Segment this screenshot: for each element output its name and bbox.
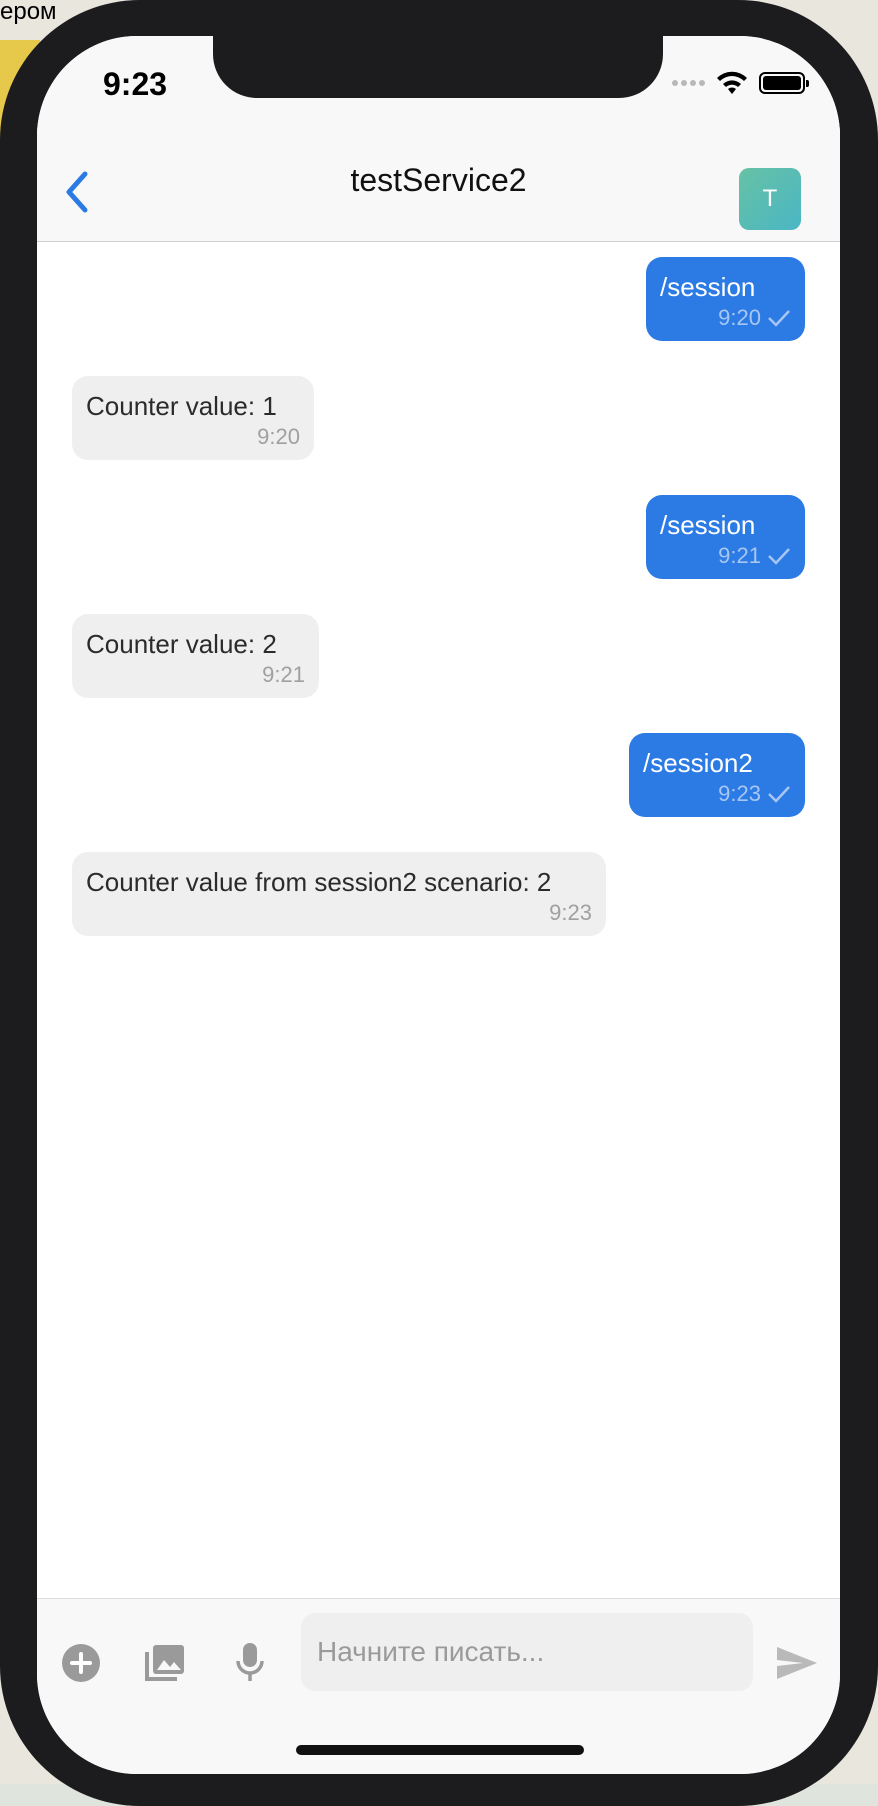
- phone-frame: 9:23 testService2 T /session 9:20 Counte…: [0, 0, 878, 1806]
- message-bubble-incoming[interactable]: Counter value from session2 scenario: 2 …: [72, 852, 606, 936]
- message-time: 9:21: [262, 662, 305, 687]
- message-input[interactable]: [301, 1613, 753, 1691]
- message-text: Counter value: 1: [86, 391, 277, 421]
- message-time: 9:21: [718, 543, 761, 568]
- message-list[interactable]: /session 9:20 Counter value: 1 9:20 /ses…: [37, 243, 840, 1633]
- avatar[interactable]: T: [739, 168, 801, 230]
- message-meta: 9:23: [86, 900, 592, 926]
- message-composer: [37, 1598, 840, 1774]
- message-meta: 9:20: [86, 424, 300, 450]
- status-time: 9:23: [103, 66, 168, 102]
- attach-button[interactable]: [57, 1639, 105, 1687]
- message-time: 9:20: [257, 424, 300, 449]
- gallery-button[interactable]: [141, 1639, 189, 1687]
- checkmark-icon: [768, 310, 790, 327]
- checkmark-icon: [768, 786, 790, 803]
- message-text: /session2: [643, 748, 753, 778]
- message-bubble-outgoing[interactable]: /session2 9:23: [629, 733, 805, 817]
- status-icons: [672, 70, 809, 96]
- message-meta: 9:20: [660, 305, 791, 331]
- chat-header: testService2 T: [37, 126, 840, 242]
- message-meta: 9:21: [86, 662, 305, 688]
- checkmark-icon: [768, 548, 790, 565]
- signal-icon: [672, 80, 705, 86]
- image-gallery-icon: [145, 1645, 184, 1681]
- message-text: Counter value: 2: [86, 629, 277, 659]
- battery-icon: [759, 72, 809, 94]
- message-bubble-outgoing[interactable]: /session 9:21: [646, 495, 805, 579]
- voice-button[interactable]: [226, 1639, 274, 1687]
- plus-circle-icon: [62, 1644, 100, 1682]
- message-meta: 9:23: [643, 781, 791, 807]
- message-text: /session: [660, 510, 756, 540]
- background-corner-text: ером: [0, 0, 57, 25]
- message-bubble-incoming[interactable]: Counter value: 1 9:20: [72, 376, 314, 460]
- message-meta: 9:21: [660, 543, 791, 569]
- chat-title: testService2: [350, 162, 527, 198]
- message-text: /session: [660, 272, 756, 302]
- phone-screen: 9:23 testService2 T /session 9:20 Counte…: [37, 36, 840, 1774]
- send-button[interactable]: [773, 1639, 821, 1687]
- send-icon: [777, 1647, 817, 1679]
- message-bubble-outgoing[interactable]: /session 9:20: [646, 257, 805, 341]
- device-notch: [213, 36, 663, 98]
- wifi-icon: [717, 71, 747, 94]
- message-time: 9:20: [718, 305, 761, 330]
- message-bubble-incoming[interactable]: Counter value: 2 9:21: [72, 614, 319, 698]
- message-text: Counter value from session2 scenario: 2: [86, 867, 552, 897]
- home-indicator[interactable]: [296, 1745, 584, 1755]
- message-time: 9:23: [549, 900, 592, 925]
- microphone-icon: [236, 1643, 264, 1681]
- message-time: 9:23: [718, 781, 761, 806]
